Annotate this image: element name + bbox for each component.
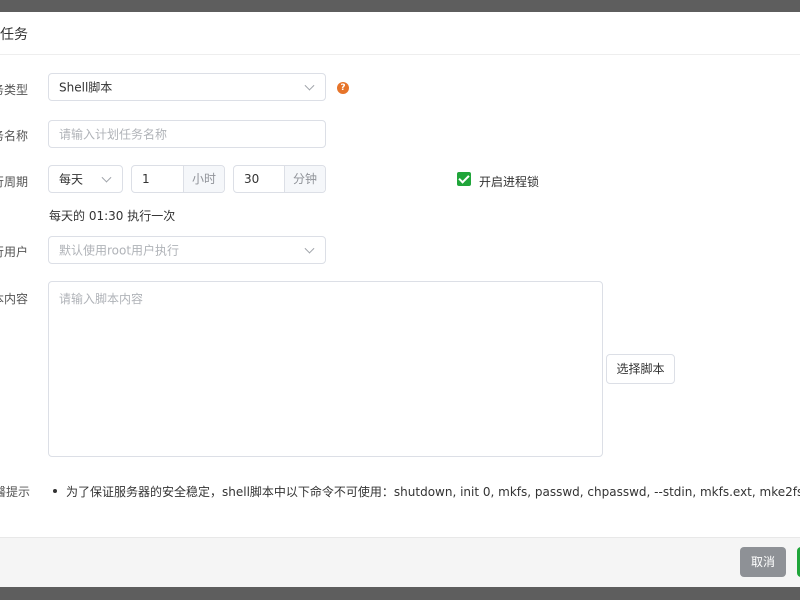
cancel-button[interactable]: 取消 [740,547,786,577]
process-lock-checkbox[interactable] [457,172,471,186]
task-name-placeholder: 请输入计划任务名称 [59,127,168,142]
run-user-placeholder: 默认使用root用户执行 [59,243,180,258]
script-label: 本内容 [0,292,29,306]
task-name-input[interactable]: 请输入计划任务名称 [48,120,326,148]
minute-value: 30 [244,172,260,186]
process-lock-label: 开启进程锁 [479,175,540,189]
tip-bullet [53,489,57,493]
run-user-select[interactable]: 默认使用root用户执行 [48,236,326,264]
hour-input[interactable]: 1 小时 [131,165,225,193]
chevron-down-icon [304,243,315,254]
period-summary: 每天的 01:30 执行一次 [49,209,176,223]
task-type-label: 务类型 [0,83,29,97]
task-type-value: Shell脚本 [59,80,113,95]
chevron-down-icon [304,80,315,91]
task-name-label: 务名称 [0,129,29,143]
chevron-down-icon [101,172,112,183]
frequency-value: 每天 [59,172,84,187]
period-label: 行周期 [0,175,29,189]
script-placeholder: 请输入脚本内容 [59,292,144,306]
dialog-title: 划任务 [0,27,28,43]
help-icon[interactable]: ? [337,82,349,94]
dialog-header: 划任务 [0,12,800,55]
frequency-select[interactable]: 每天 [48,165,123,193]
dialog-footer: 取消 [0,537,800,587]
select-script-button[interactable]: 选择脚本 [606,354,675,384]
minute-input[interactable]: 30 分钟 [233,165,326,193]
hour-unit: 小时 [183,166,224,192]
cron-task-dialog: 划任务 务类型 Shell脚本 ? 务名称 请输入计划任务名称 行周期 每天 1… [0,12,800,587]
hour-value: 1 [142,172,150,186]
tips-label: 醫提示 [0,485,31,499]
minute-unit: 分钟 [284,166,325,192]
script-textarea[interactable]: 请输入脚本内容 [48,281,603,457]
task-type-select[interactable]: Shell脚本 [48,73,326,101]
run-user-label: 行用户 [0,245,29,259]
tips-text: 为了保证服务器的安全稳定，shell脚本中以下命令不可使用：shutdown, … [66,485,800,499]
